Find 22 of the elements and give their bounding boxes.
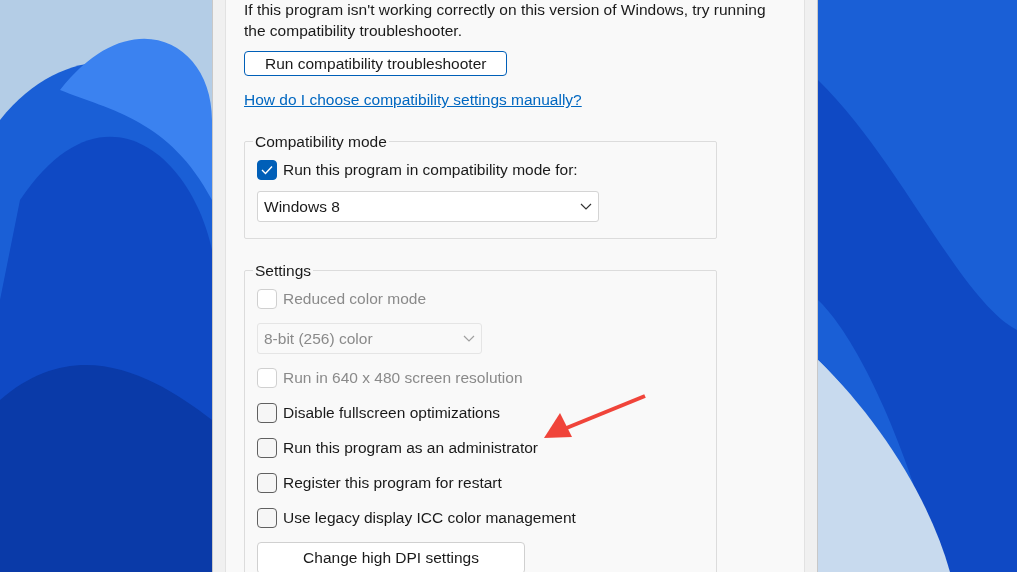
checkbox[interactable]: [257, 508, 277, 528]
chevron-down-icon: [580, 202, 592, 210]
checkbox[interactable]: [257, 473, 277, 493]
dropdown[interactable]: Windows 8: [257, 190, 599, 222]
checkbox-label: Use legacy display ICC color management: [283, 508, 576, 529]
checkbox-label: Disable fullscreen optimizations: [283, 403, 501, 424]
checkbox-label: Run this program as an administrator: [283, 438, 538, 459]
checkbox-label: Register this program for restart: [283, 473, 502, 494]
high-dpi-button[interactable]: Change high DPI settings: [257, 542, 525, 572]
checkbox-label: Reduced color mode: [283, 289, 427, 310]
checkbox-label: Run this program in compatibility mode for:: [283, 160, 578, 181]
checkbox-label: Run in 640 x 480 screen resolution: [283, 368, 523, 389]
intro-text: If this program isn't working correctly on this version of Windows, try running the compatibility troubleshooter.: [244, 0, 767, 41]
group-title: Compatibility mode: [254, 131, 388, 152]
checkbox[interactable]: [257, 159, 277, 180]
help-link[interactable]: How do I choose compatibility settings manually?: [244, 88, 582, 112]
checkbox[interactable]: [257, 403, 277, 423]
troubleshooter-button[interactable]: Run compatibility troubleshooter: [244, 51, 508, 77]
checkmark-icon: [261, 164, 273, 175]
checkbox[interactable]: [257, 438, 277, 458]
group-title: Settings: [254, 260, 312, 281]
chevron-down-icon: [463, 335, 475, 342]
